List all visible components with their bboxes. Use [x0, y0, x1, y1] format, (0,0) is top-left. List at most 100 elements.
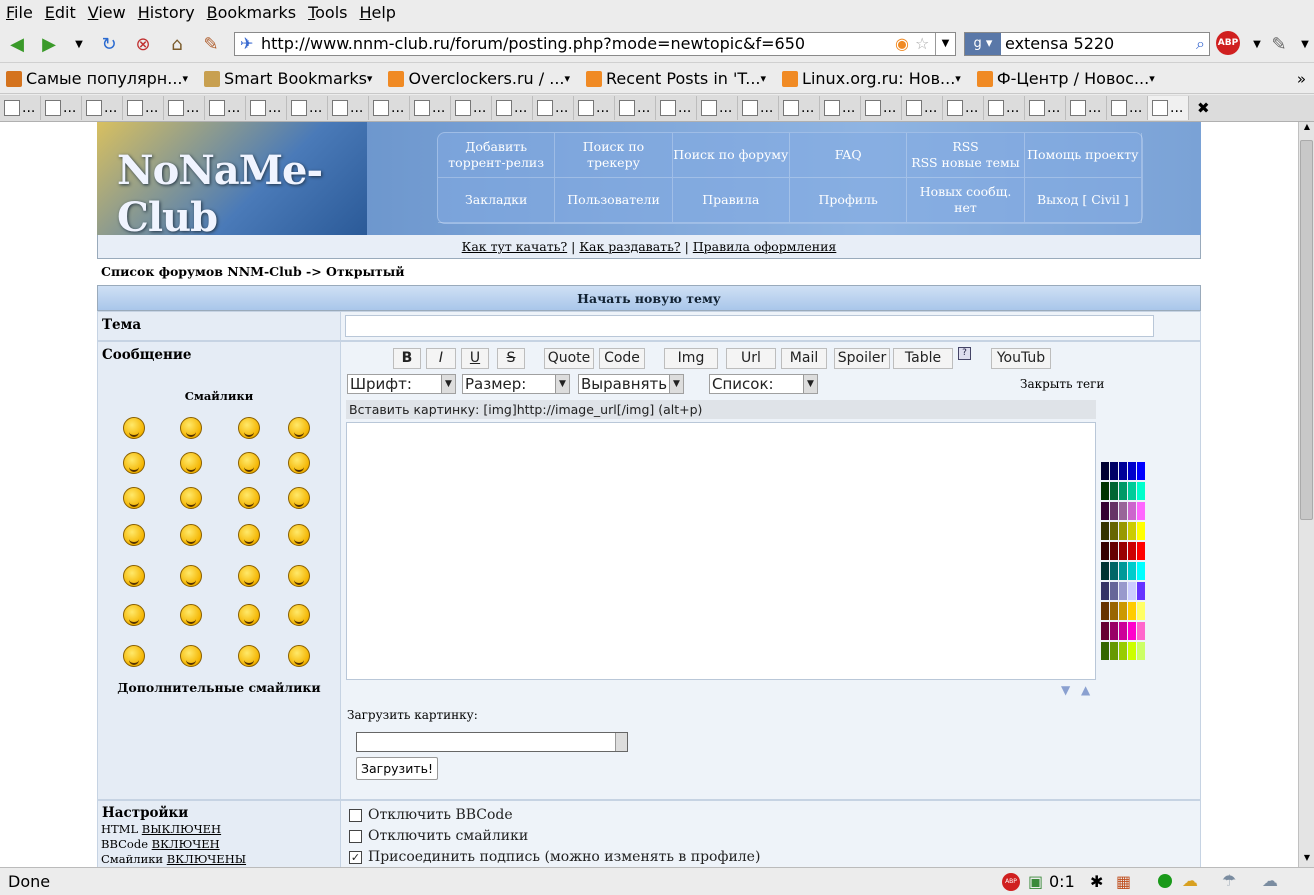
bbcode-button-mail[interactable]: Mail	[781, 348, 827, 369]
tab-25[interactable]: ...	[1025, 96, 1066, 120]
tab-12[interactable]: ...	[492, 96, 533, 120]
bbcode-button-s[interactable]: S	[497, 348, 525, 369]
tab-6[interactable]: ...	[246, 96, 287, 120]
url-dropdown-icon[interactable]: ▼	[935, 33, 955, 55]
tab-0[interactable]: ...	[0, 96, 41, 120]
bbcode-help-icon[interactable]: ?	[958, 347, 971, 360]
palette-swatch[interactable]	[1119, 642, 1127, 660]
palette-swatch[interactable]	[1110, 622, 1118, 640]
palette-swatch[interactable]	[1128, 542, 1136, 560]
tab-11[interactable]: ...	[451, 96, 492, 120]
palette-swatch[interactable]	[1128, 462, 1136, 480]
tab-3[interactable]: ...	[123, 96, 164, 120]
smiley-icon[interactable]	[288, 417, 310, 439]
palette-swatch[interactable]	[1110, 502, 1118, 520]
bbcode-button-spoiler[interactable]: Spoiler	[834, 348, 890, 369]
bookmark-0[interactable]: Самые популярн... ▾	[6, 69, 188, 88]
smiley-icon[interactable]	[180, 524, 202, 546]
palette-swatch[interactable]	[1128, 642, 1136, 660]
nav-bookmarks[interactable]: Закладки	[438, 178, 556, 223]
tab-8[interactable]: ...	[328, 96, 369, 120]
palette-swatch[interactable]	[1119, 562, 1127, 580]
palette-swatch[interactable]	[1119, 462, 1127, 480]
palette-swatch[interactable]	[1110, 462, 1118, 480]
breadcrumb[interactable]: Список форумов NNM-Club -> Открытый	[101, 264, 405, 279]
menu-tools[interactable]: Tools	[302, 3, 353, 22]
tab-5[interactable]: ...	[205, 96, 246, 120]
menu-view[interactable]: View	[82, 3, 132, 22]
palette-swatch[interactable]	[1137, 522, 1145, 540]
nav-forum-search[interactable]: Поиск по форуму	[672, 133, 790, 178]
tab-28[interactable]: ...	[1148, 96, 1189, 120]
palette-swatch[interactable]	[1101, 482, 1109, 500]
nav-logout[interactable]: Выход [ Civil ]	[1024, 178, 1142, 223]
subject-input[interactable]	[345, 315, 1154, 337]
close-tab-icon[interactable]: ✖	[1197, 99, 1210, 117]
message-textarea[interactable]	[346, 422, 1096, 680]
palette-swatch[interactable]	[1101, 462, 1109, 480]
checkbox[interactable]	[349, 829, 362, 843]
history-dropdown-icon[interactable]: ▼	[66, 31, 92, 57]
palette-swatch[interactable]	[1137, 622, 1145, 640]
bookmark-2[interactable]: Overclockers.ru / ... ▾	[388, 69, 570, 88]
bookmark-manager-icon[interactable]: ✎	[198, 31, 224, 57]
menu-help[interactable]: Help	[353, 3, 401, 22]
palette-swatch[interactable]	[1110, 602, 1118, 620]
tab-21[interactable]: ...	[861, 96, 902, 120]
bookmark-4[interactable]: Linux.org.ru: Нов... ▾	[782, 69, 961, 88]
nav-profile[interactable]: Профиль	[790, 178, 908, 223]
smiley-icon[interactable]	[123, 565, 145, 587]
file-browse-handle[interactable]	[615, 733, 627, 751]
scroll-up-icon[interactable]: ▲	[1300, 122, 1314, 136]
palette-swatch[interactable]	[1128, 622, 1136, 640]
palette-swatch[interactable]	[1137, 502, 1145, 520]
smiley-icon[interactable]	[180, 604, 202, 626]
smiley-icon[interactable]	[123, 452, 145, 474]
checkbox-checked[interactable]: ✓	[349, 850, 362, 864]
link-how-to-download[interactable]: Как тут качать?	[462, 239, 567, 254]
tab-23[interactable]: ...	[943, 96, 984, 120]
nav-rules[interactable]: Правила	[672, 178, 790, 223]
reload-icon[interactable]: ↻	[96, 31, 122, 57]
upload-file-input[interactable]	[356, 732, 628, 752]
tab-9[interactable]: ...	[369, 96, 410, 120]
menu-file[interactable]: File	[0, 3, 39, 22]
align-select[interactable]: Выравнять ▼	[578, 374, 684, 394]
bbcode-button-b[interactable]: B	[393, 348, 421, 369]
stop-icon[interactable]: ⊗	[130, 31, 156, 57]
palette-swatch[interactable]	[1101, 542, 1109, 560]
palette-swatch[interactable]	[1110, 642, 1118, 660]
font-select[interactable]: Шрифт: ▼	[347, 374, 456, 394]
search-bar[interactable]: g ▾ extensa 5220 ⌕	[964, 32, 1210, 56]
palette-swatch[interactable]	[1128, 602, 1136, 620]
smiley-icon[interactable]	[180, 452, 202, 474]
adblock-status-icon[interactable]: ABP	[1002, 873, 1020, 891]
smiley-icon[interactable]	[123, 417, 145, 439]
palette-swatch[interactable]	[1137, 482, 1145, 500]
smiley-icon[interactable]	[180, 645, 202, 667]
bbcode-button-quote[interactable]: Quote	[544, 348, 594, 369]
palette-swatch[interactable]	[1119, 502, 1127, 520]
palette-swatch[interactable]	[1137, 542, 1145, 560]
smiley-icon[interactable]	[180, 417, 202, 439]
smiley-icon[interactable]	[180, 565, 202, 587]
palette-swatch[interactable]	[1119, 542, 1127, 560]
tab-26[interactable]: ...	[1066, 96, 1107, 120]
palette-swatch[interactable]	[1119, 622, 1127, 640]
tab-2[interactable]: ...	[82, 96, 123, 120]
palette-swatch[interactable]	[1128, 522, 1136, 540]
tab-16[interactable]: ...	[656, 96, 697, 120]
palette-swatch[interactable]	[1101, 562, 1109, 580]
adblock-icon[interactable]: ABP	[1216, 31, 1240, 55]
palette-swatch[interactable]	[1137, 562, 1145, 580]
toolbar-dropdown-icon[interactable]: ▼	[1292, 31, 1314, 57]
tab-18[interactable]: ...	[738, 96, 779, 120]
palette-swatch[interactable]	[1128, 482, 1136, 500]
star-icon[interactable]: ☆	[915, 33, 929, 55]
tab-1[interactable]: ...	[41, 96, 82, 120]
close-tags-link[interactable]: Закрыть теги	[1020, 377, 1104, 391]
nav-faq[interactable]: FAQ	[790, 133, 908, 178]
page-scrollbar[interactable]: ▲ ▼	[1298, 122, 1314, 867]
color-palette[interactable]	[1101, 462, 1146, 662]
nav-add-torrent[interactable]: Добавить торрент-релиз	[438, 133, 556, 178]
